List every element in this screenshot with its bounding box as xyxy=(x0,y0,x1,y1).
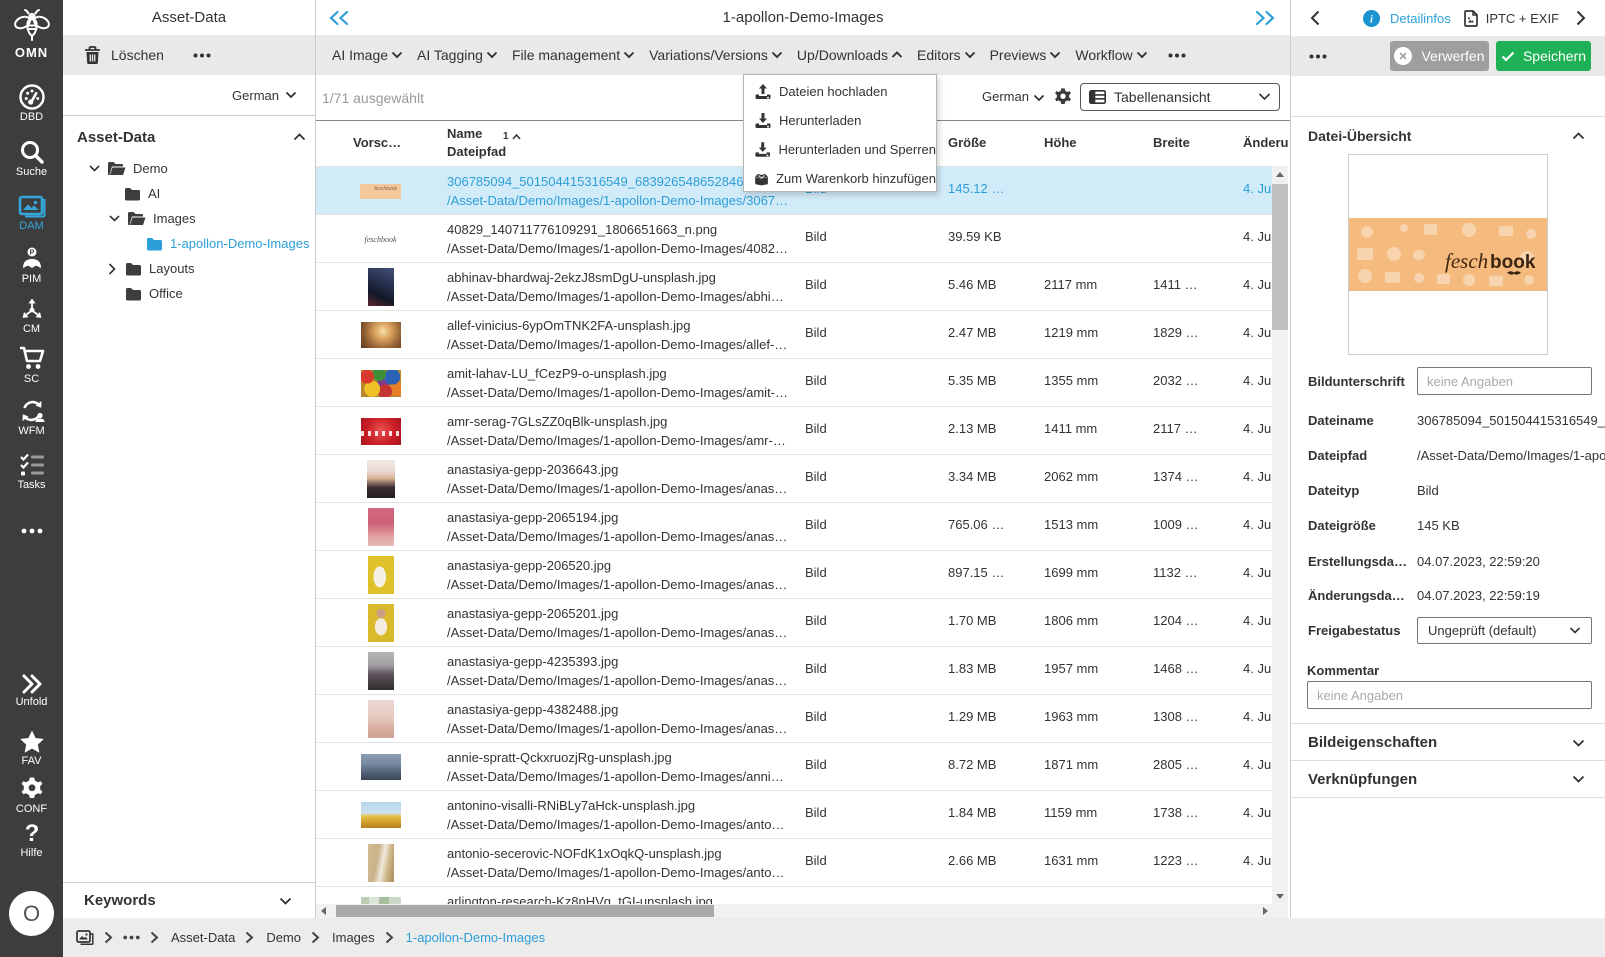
svg-text:P: P xyxy=(29,250,34,257)
svg-text:book: book xyxy=(1490,252,1536,273)
svg-text:?: ? xyxy=(24,822,39,846)
svg-text:fesch: fesch xyxy=(1445,249,1488,273)
